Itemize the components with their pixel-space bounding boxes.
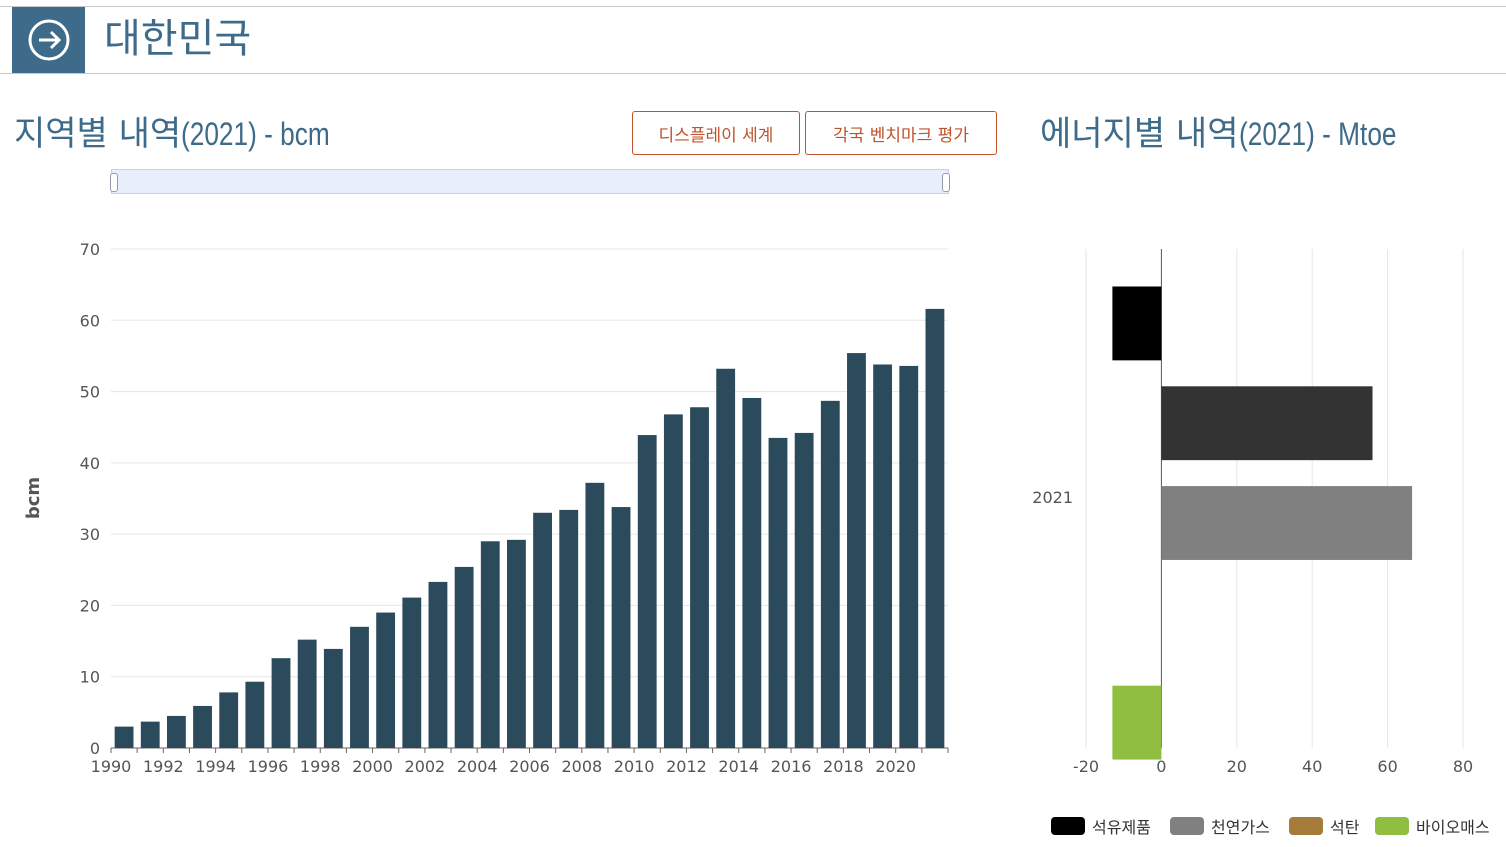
bar-1996 — [271, 658, 291, 748]
energy-bar-chart: -20 0 20 40 60 80 2021 — [1032, 249, 1473, 776]
y-tick-label: 40 — [80, 454, 100, 473]
bar-1999 — [350, 626, 369, 748]
x-tick-label: 80 — [1453, 757, 1473, 776]
x-tick-label: 1992 — [143, 757, 184, 776]
x-tick-label: 2002 — [405, 757, 446, 776]
x-tick-label: 40 — [1302, 757, 1322, 776]
x-tick-label: -20 — [1073, 757, 1099, 776]
x-tick-label: 1990 — [91, 757, 132, 776]
x-tick-label: 60 — [1377, 757, 1397, 776]
y-axis-label: bcm — [23, 477, 44, 519]
x-tick-label: 2018 — [823, 757, 864, 776]
bar-2000 — [376, 612, 396, 748]
bar-2017 — [820, 400, 840, 748]
bar-2018 — [847, 353, 866, 748]
legend-item[interactable]: 바이오매스 — [1375, 815, 1490, 837]
hbar-series-0 — [1112, 286, 1162, 361]
x-tick-label: 2014 — [718, 757, 759, 776]
regional-bar-chart: 0 10 20 30 40 50 60 70 bcm 1990 1992 1994 1996 1998 20… — [23, 240, 949, 776]
legend-swatch — [1170, 817, 1204, 835]
legend-label: 바이오매스 — [1416, 818, 1490, 837]
x-tick-label: 2016 — [771, 757, 812, 776]
bar-2002 — [428, 581, 448, 748]
bar-1997 — [297, 639, 317, 748]
legend-swatch — [1289, 817, 1323, 835]
x-tick-label: 20 — [1227, 757, 1247, 776]
bar-1995 — [245, 681, 265, 748]
bar-1991 — [140, 721, 160, 748]
legend-label: 석탄 — [1330, 818, 1360, 837]
y-tick-label: 20 — [80, 596, 100, 615]
bar-1998 — [323, 648, 343, 748]
bar-2005 — [507, 539, 526, 748]
bar-1992 — [166, 715, 186, 748]
hbar-series-4 — [1112, 685, 1162, 760]
y-tick-label: 50 — [80, 383, 100, 402]
bar-1990 — [114, 726, 134, 748]
x-tick-label: 2000 — [352, 757, 393, 776]
x-tick-label: 2008 — [561, 757, 602, 776]
bar-2001 — [402, 597, 422, 748]
legend-label: 석유제품 — [1092, 818, 1151, 837]
bar-1993 — [193, 705, 212, 748]
x-tick-label: 1998 — [300, 757, 341, 776]
x-tick-label: 2006 — [509, 757, 550, 776]
x-tick-label: 2004 — [457, 757, 498, 776]
bar-2016 — [794, 432, 814, 748]
legend-item[interactable]: 석탄 — [1289, 815, 1359, 837]
bar-2003 — [454, 566, 474, 748]
legend-swatch — [1375, 817, 1409, 835]
bar-2009 — [611, 507, 631, 748]
y-tick-label: 30 — [80, 525, 100, 544]
y-tick-label: 60 — [80, 311, 100, 330]
bar-2010 — [637, 435, 657, 748]
x-tick-label: 2012 — [666, 757, 707, 776]
bar-1994 — [219, 692, 239, 748]
legend-item[interactable]: 석유제품 — [1051, 815, 1151, 837]
bar-2006 — [533, 512, 552, 748]
y-tick-label: 70 — [80, 240, 100, 259]
bar-2019 — [873, 364, 893, 748]
y-tick-label: 10 — [80, 668, 100, 687]
y-tick-label: 0 — [90, 739, 100, 758]
bar-2021 — [925, 308, 945, 748]
bar-2012 — [690, 407, 709, 748]
bar-2008 — [585, 482, 605, 748]
bar-2004 — [480, 541, 500, 748]
hbar-series-1 — [1161, 386, 1373, 461]
bar-2011 — [663, 414, 683, 748]
x-tick-label: 2020 — [875, 757, 916, 776]
legend-item[interactable]: 천연가스 — [1170, 815, 1270, 837]
hbar-series-2 — [1161, 486, 1413, 560]
x-tick-label: 2010 — [614, 757, 655, 776]
legend-swatch — [1051, 817, 1085, 835]
bar-2013 — [716, 368, 736, 748]
bar-2020 — [899, 365, 919, 748]
y-category-label: 2021 — [1032, 488, 1073, 507]
legend-label: 천연가스 — [1211, 818, 1270, 837]
bar-2014 — [742, 397, 762, 748]
x-tick-label: 1994 — [195, 757, 236, 776]
bar-2007 — [559, 509, 579, 748]
x-tick-label: 1996 — [248, 757, 289, 776]
x-tick-label: 0 — [1156, 757, 1166, 776]
bar-2015 — [768, 437, 788, 748]
